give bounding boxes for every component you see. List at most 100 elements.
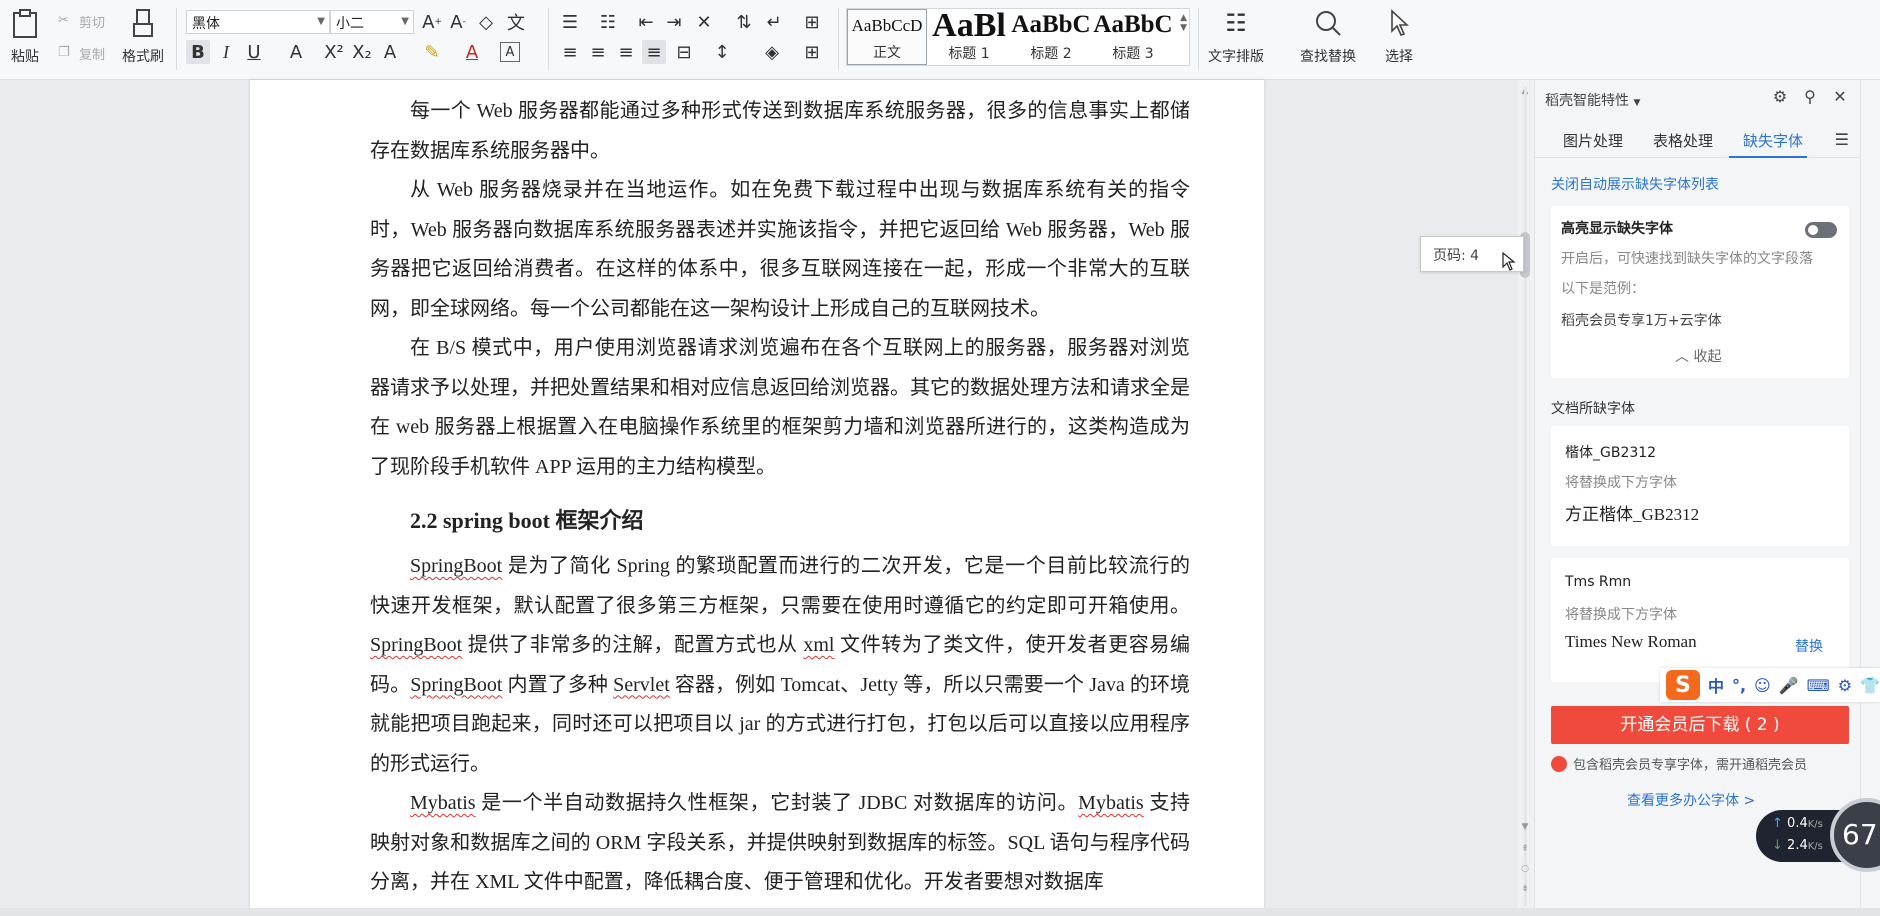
scroll-down-icon[interactable]: ▼ [1519, 822, 1531, 834]
cut-button[interactable]: ✂ 剪切 [58, 12, 105, 32]
microphone-icon[interactable]: 🎤 [1779, 676, 1799, 695]
clear-format-icon[interactable]: ◇ [474, 10, 498, 34]
bullet-list-icon[interactable]: ☰ [558, 10, 582, 34]
grow-font-icon[interactable]: A + [420, 10, 444, 34]
table-grid-icon[interactable]: ⊞ [800, 10, 824, 34]
replace-link[interactable]: 替换 [1795, 636, 1823, 656]
replace-hint: 将替换成下方字体 [1565, 607, 1677, 623]
document-page[interactable]: 每一个 Web 服务器都能通过多种形式传送到数据库系统服务器，很多的信息事实上都… [250, 80, 1264, 908]
align-center-icon[interactable]: ≡ [586, 40, 610, 64]
status-bar [0, 908, 1880, 916]
font-name-select[interactable]: 黑体 ▼ [186, 10, 330, 34]
line-spacing-icon[interactable]: ↕ [710, 40, 734, 64]
document-area: 每一个 Web 服务器都能通过多种形式传送到数据库系统服务器，很多的信息事实上都… [0, 80, 1518, 908]
font-effect-icon[interactable]: A [284, 40, 308, 64]
scissors-icon: ✂ [58, 12, 69, 28]
paragraph[interactable]: Mybatis 是一个半自动数据持久性框架，它封装了 JDBC 对数据库的访问。… [370, 784, 1190, 903]
next-page-icon[interactable]: ⇟ [1519, 884, 1531, 896]
underline-icon[interactable]: U [242, 40, 266, 64]
ime-punctuation[interactable]: °, [1732, 676, 1746, 695]
paragraph[interactable]: SpringBoot 是为了简化 Spring 的繁琐配置而进行的二次开发，它是… [370, 547, 1190, 784]
panel-title[interactable]: 稻壳智能特性 ▼ [1545, 90, 1640, 110]
highlight-toggle[interactable] [1805, 222, 1837, 238]
text-layout-button[interactable]: ☷ 文字排版 [1208, 6, 1264, 66]
paste-button[interactable]: 粘贴 [8, 6, 42, 66]
section-heading[interactable]: 2.2 spring boot 框架介绍 [410, 501, 1190, 541]
style-normal[interactable]: AaBbCcD 正文 [847, 9, 927, 65]
shrink-font-icon[interactable]: A- [446, 10, 470, 34]
keyboard-icon[interactable]: ⌨ [1807, 676, 1830, 695]
find-replace-button[interactable]: 查找替换 [1300, 6, 1356, 66]
chinese-layout-icon[interactable]: ✕ [692, 10, 716, 34]
divider [548, 8, 549, 70]
paragraph[interactable]: 每一个 Web 服务器都能通过多种形式传送到数据库系统服务器，很多的信息事实上都… [370, 92, 1190, 171]
increase-indent-icon[interactable]: ⇥ [662, 10, 686, 34]
align-right-icon[interactable]: ≡ [614, 40, 638, 64]
paste-label: 粘贴 [11, 49, 39, 65]
ime-toolbar[interactable]: S 中 °, ☺ 🎤 ⌨ ⚙ 👕 [1660, 668, 1880, 702]
menu-icon[interactable]: ☰ [1835, 130, 1849, 149]
sort-icon[interactable]: ⇅ [732, 10, 756, 34]
style-heading-1[interactable]: AaBl 标题 1 [929, 9, 1009, 65]
pointer-icon [1382, 6, 1416, 40]
italic-icon[interactable]: I [214, 40, 238, 64]
superscript-icon[interactable]: X² [322, 40, 346, 64]
highlight-title: 高亮显示缺失字体 [1561, 221, 1673, 237]
vip-note: 包含稻壳会员专享字体，需开通稻壳会员 [1551, 754, 1807, 773]
tab-missing-fonts[interactable]: 缺失字体 [1743, 130, 1803, 151]
divider [176, 8, 177, 70]
search-icon [1311, 6, 1345, 40]
highlight-card: 高亮显示缺失字体 开启后，可快速找到缺失字体的文字段落 以下是范例： 稻壳会员专… [1551, 206, 1849, 378]
font-color-icon[interactable]: A [460, 40, 484, 64]
char-border-icon[interactable]: A [500, 42, 520, 62]
pin-icon[interactable]: ⚲ [1800, 86, 1820, 106]
style-heading-2[interactable]: AaBbC 标题 2 [1011, 9, 1091, 65]
numbered-list-icon[interactable]: ☷ [596, 10, 620, 34]
text-effect-icon[interactable]: A [378, 40, 402, 64]
tab-table-processing[interactable]: 表格处理 [1653, 130, 1713, 151]
paragraph[interactable]: 从 Web 服务器烧录并在当地运作。如在免费下载过程中出现与数据库系统有关的指令… [370, 171, 1190, 329]
paragraph[interactable]: 在 B/S 模式中，用户使用浏览器请求浏览遍布在各个互联网上的服务器，服务器对浏… [370, 329, 1190, 487]
select-browse-icon[interactable]: ○ [1519, 864, 1531, 876]
select-button[interactable]: 选择 [1382, 6, 1416, 66]
align-left-icon[interactable]: ≡ [558, 40, 582, 64]
collapse-button[interactable]: ︿ 收起 [1675, 346, 1721, 366]
emoji-icon[interactable]: ☺ [1754, 676, 1771, 695]
more-fonts-link[interactable]: 查看更多办公字体 > [1627, 790, 1755, 810]
tools-icon[interactable]: ⚙ [1838, 676, 1852, 695]
style-heading-3[interactable]: AaBbC 标题 3 [1093, 9, 1173, 65]
copy-button[interactable]: ❐ 复制 [58, 44, 105, 64]
format-painter-button[interactable]: 格式刷 [122, 6, 164, 66]
show-marks-icon[interactable]: ↵ [762, 10, 786, 34]
bold-icon[interactable]: B [186, 40, 210, 64]
vertical-scrollbar[interactable]: ▲ ▼ ⇞ ○ ⇟ [1518, 86, 1532, 906]
example-text: 稻壳会员专享1万+云字体 [1561, 313, 1722, 329]
gear-icon[interactable]: ⚙ [1770, 86, 1790, 106]
gallery-scroll-icon[interactable]: ▲ ▼ [1180, 13, 1187, 33]
prev-page-icon[interactable]: ⇞ [1519, 844, 1531, 856]
distribute-icon[interactable]: ⊟ [672, 40, 696, 64]
missing-font-name: Tms Rmn [1565, 574, 1632, 590]
tab-image-processing[interactable]: 图片处理 [1563, 130, 1623, 151]
caret-down-icon: ▼ [317, 16, 325, 27]
phonetic-guide-icon[interactable]: 文 [504, 10, 528, 34]
justify-icon[interactable]: ≡ [642, 40, 666, 64]
copy-icon: ❐ [58, 44, 70, 60]
highlight-desc: 开启后，可快速找到缺失字体的文字段落 [1561, 251, 1813, 267]
font-size-select[interactable]: 小二 ▼ [330, 10, 414, 34]
download-with-membership-button[interactable]: 开通会员后下载 ( 2 ) [1551, 706, 1849, 744]
skin-icon[interactable]: 👕 [1860, 676, 1880, 695]
border-icon[interactable]: ⊞ [800, 40, 824, 64]
ime-mode[interactable]: 中 [1708, 673, 1724, 697]
close-auto-show-link[interactable]: 关闭自动展示缺失字体列表 [1551, 174, 1719, 194]
panel-tabs: 图片处理 表格处理 缺失字体 ☰ [1535, 124, 1861, 158]
vip-icon [1551, 755, 1567, 772]
shading-icon[interactable]: ◈ [760, 40, 784, 64]
highlight-icon[interactable]: ✎ [420, 40, 444, 64]
close-icon[interactable]: ✕ [1830, 86, 1850, 106]
subscript-icon[interactable]: X₂ [350, 40, 374, 64]
text-layout-icon: ☷ [1225, 9, 1247, 37]
missing-fonts-label: 文档所缺字体 [1551, 401, 1635, 417]
document-body[interactable]: 每一个 Web 服务器都能通过多种形式传送到数据库系统服务器，很多的信息事实上都… [370, 92, 1190, 903]
decrease-indent-icon[interactable]: ⇤ [634, 10, 658, 34]
